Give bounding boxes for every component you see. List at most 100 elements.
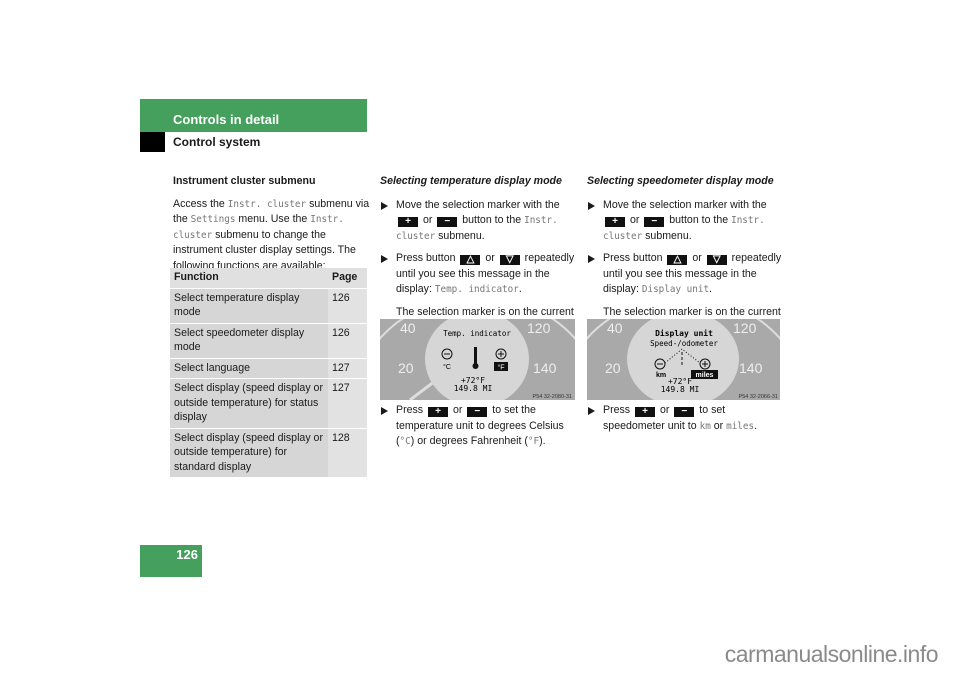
column-3: Selecting speedometer display mode Move … bbox=[587, 174, 783, 343]
t: Temp. indicator bbox=[434, 284, 519, 295]
t: Press button bbox=[603, 252, 666, 264]
table-row: Select temperature display mode 126 bbox=[170, 288, 367, 324]
t: submenu. bbox=[435, 229, 485, 242]
t: or bbox=[482, 252, 498, 264]
speed-display-image: 40 20 120 140 Display unit Speed-/odomet… bbox=[587, 319, 780, 400]
tick-20: 20 bbox=[398, 360, 414, 376]
t: Access the bbox=[173, 197, 228, 210]
t: . bbox=[754, 419, 758, 432]
column-1: Instrument cluster submenu Access the In… bbox=[173, 174, 370, 281]
tick-40: 40 bbox=[400, 320, 416, 336]
t: ). bbox=[539, 435, 546, 447]
tick-40: 40 bbox=[607, 320, 623, 336]
column-2: Selecting temperature display mode Move … bbox=[380, 174, 576, 343]
display-title: Temp. indicator bbox=[443, 329, 511, 338]
t: or bbox=[450, 404, 466, 416]
t: Move the selection marker with the bbox=[603, 198, 767, 211]
display-subtitle: Speed-/odometer bbox=[650, 339, 718, 348]
t: or bbox=[689, 252, 705, 264]
t: Press button bbox=[396, 252, 459, 264]
heading: Instrument cluster submenu bbox=[173, 175, 316, 187]
page-cell: 127 bbox=[328, 358, 367, 379]
step: Move the selection marker with the + or … bbox=[380, 198, 576, 245]
step: Press button △ or ▽ repeatedly until you… bbox=[587, 251, 783, 298]
step: Press + or − to set speedometer unit to … bbox=[587, 403, 783, 434]
down-button-icon: ▽ bbox=[499, 255, 520, 265]
t: . bbox=[518, 283, 522, 295]
function-cell: Select display (speed display or outside… bbox=[170, 428, 328, 478]
plus-button-icon: + bbox=[635, 407, 656, 417]
page-cell: 126 bbox=[328, 323, 367, 359]
minus-button-icon: − bbox=[674, 407, 695, 417]
celsius-label: °C bbox=[443, 363, 451, 371]
header-marker bbox=[140, 132, 165, 152]
t: submenu. bbox=[642, 229, 692, 242]
step: Press + or − to set the temperature unit… bbox=[380, 403, 576, 450]
intro-text: Access the Instr. cluster submenu via th… bbox=[173, 197, 370, 275]
t: Settings bbox=[190, 214, 236, 225]
odometer-readout: 149.8 MI bbox=[661, 385, 700, 394]
page-number: 126 bbox=[140, 545, 202, 577]
t: Instr. cluster bbox=[227, 198, 307, 210]
function-cell: Select language bbox=[170, 358, 328, 379]
thermometer-icon bbox=[474, 347, 477, 364]
minus-button-icon: − bbox=[467, 407, 488, 417]
heading: Selecting speedometer display mode bbox=[587, 175, 774, 187]
table-row: Select display (speed display or outside… bbox=[170, 428, 367, 478]
step: Move the selection marker with the + or … bbox=[587, 198, 783, 245]
t: °F bbox=[527, 436, 540, 447]
col-header: Page bbox=[328, 268, 367, 289]
step: Press button △ or ▽ repeatedly until you… bbox=[380, 251, 576, 298]
t: Display unit bbox=[641, 284, 710, 295]
plus-button-icon: + bbox=[428, 407, 449, 417]
t: Move the selection marker with the bbox=[396, 198, 560, 211]
down-button-icon: ▽ bbox=[706, 255, 727, 265]
t: miles bbox=[726, 420, 755, 432]
column-3-bottom: Press + or − to set speedometer unit to … bbox=[587, 403, 783, 441]
function-cell: Select temperature display mode bbox=[170, 288, 328, 324]
t: or bbox=[627, 214, 643, 226]
watermark: carmanualsonline.info bbox=[724, 641, 939, 667]
t: Press bbox=[396, 404, 427, 416]
page-cell: 127 bbox=[328, 379, 367, 429]
plus-button-icon: + bbox=[398, 217, 418, 227]
column-2-bottom: Press + or − to set the temperature unit… bbox=[380, 403, 576, 457]
plus-button-icon: + bbox=[605, 217, 625, 227]
up-button-icon: △ bbox=[667, 255, 688, 265]
table-row: Select display (speed display or outside… bbox=[170, 379, 367, 429]
function-cell: Select display (speed display or outside… bbox=[170, 379, 328, 429]
tick-140: 140 bbox=[739, 360, 763, 376]
odometer-readout: 149.8 MI bbox=[454, 384, 493, 393]
tick-20: 20 bbox=[605, 360, 621, 376]
t: menu. Use the bbox=[235, 213, 311, 225]
t: km bbox=[699, 420, 711, 432]
page-cell: 126 bbox=[328, 288, 367, 324]
table-row: Select speedometer display mode 126 bbox=[170, 323, 367, 359]
tick-140: 140 bbox=[533, 360, 557, 376]
miles-label: miles bbox=[696, 372, 714, 379]
function-cell: Select speedometer display mode bbox=[170, 323, 328, 359]
t: button to the bbox=[666, 214, 732, 226]
t: or bbox=[420, 214, 436, 226]
image-code: P54 32-2080-31 bbox=[533, 394, 572, 400]
fahrenheit-label: °F bbox=[497, 364, 504, 372]
col-header: Function bbox=[170, 268, 328, 289]
heading: Selecting temperature display mode bbox=[380, 175, 562, 187]
display-title: Display unit bbox=[655, 328, 713, 338]
function-table: Function Page Select temperature display … bbox=[170, 268, 367, 478]
minus-button-icon: − bbox=[644, 217, 665, 227]
temp-display-image: 40 20 120 140 Temp. indicator °C °F +72°… bbox=[380, 319, 575, 400]
km-label: km bbox=[656, 372, 666, 379]
t: °C bbox=[399, 436, 411, 447]
t: or bbox=[657, 404, 673, 416]
up-button-icon: △ bbox=[460, 255, 481, 265]
t: button to the bbox=[459, 214, 525, 226]
t: . bbox=[709, 283, 712, 295]
t: or bbox=[710, 419, 727, 432]
image-code: P54 32-2066-31 bbox=[739, 394, 778, 400]
subsection-title: Control system bbox=[173, 135, 261, 149]
page-cell: 128 bbox=[328, 428, 367, 478]
minus-button-icon: − bbox=[437, 217, 458, 227]
t: ) or degrees Fahrenheit ( bbox=[410, 435, 528, 447]
tick-120: 120 bbox=[527, 320, 551, 336]
